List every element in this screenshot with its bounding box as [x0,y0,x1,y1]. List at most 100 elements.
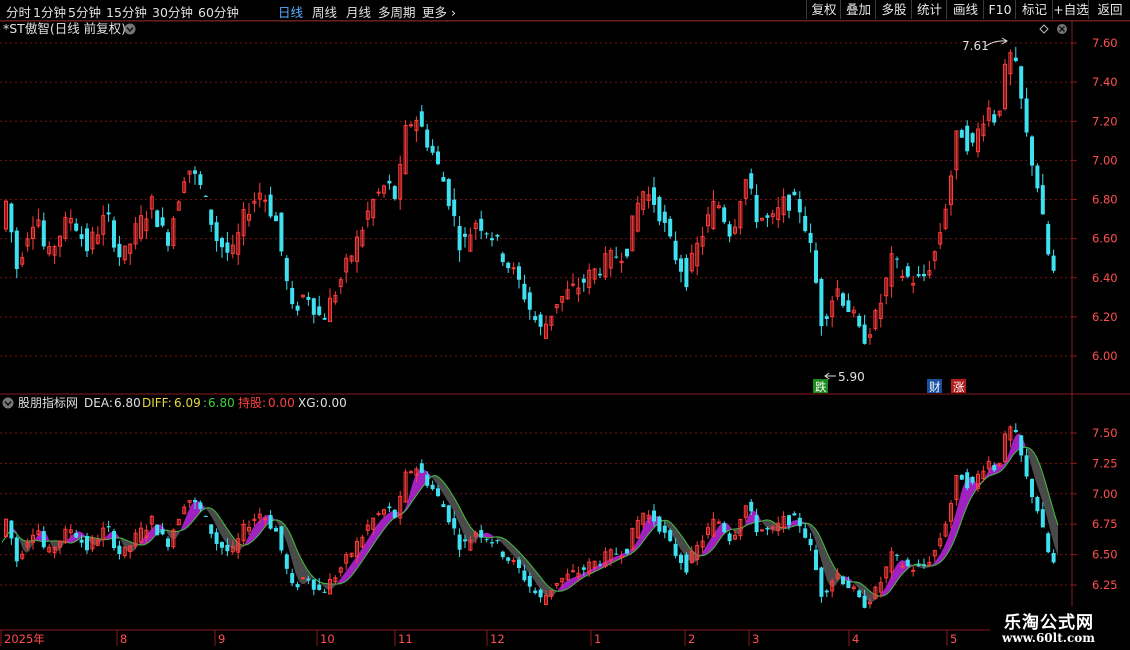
candle-body [274,528,278,532]
candle-body [446,179,451,207]
main-grid [0,42,1072,357]
time-label: 4 [852,632,859,646]
candle-body [436,151,440,165]
candle-body [392,509,397,518]
bull-band-segment [71,533,74,544]
candle-body [425,129,430,148]
candle-body [959,474,964,480]
time-label: 5 [950,632,957,646]
candle-body [1051,255,1056,271]
candle-body [452,518,457,529]
candle-body [279,212,284,252]
candle-body [1035,165,1040,189]
xg-value: 0.00 [320,396,347,410]
time-label: 2 [688,632,695,646]
candle-body [198,174,203,185]
candle-body [803,215,808,232]
candle-body [387,180,392,184]
bear-band-segment [206,507,209,513]
candle-body [808,232,813,244]
candle-body [722,523,727,533]
candle-body [846,580,851,589]
candle-body [317,306,322,316]
candle-body [506,262,511,269]
candle-body [792,191,797,196]
chart-area[interactable]: 7.60 7.40 7.20 7.00 6.80 6.60 6.40 6.20 6.00 7.5… [0,0,1130,650]
candle-body [419,463,424,473]
candle-body [484,539,489,541]
candle-body [14,537,19,562]
candle-body [992,465,997,471]
candle-body [209,209,214,225]
candle-body [311,298,316,315]
candle-body [14,230,19,270]
main-tick-label: 6.80 [1092,193,1118,207]
candle-body [409,124,413,127]
candle-body [905,266,910,277]
candle-body [225,544,230,552]
candle-body [490,542,494,544]
candle-body [9,520,14,539]
candle-body [511,267,516,270]
candle-body [841,293,845,306]
candle-body [517,559,521,569]
candle-body [9,203,14,233]
diff-value: 6.09 [174,396,201,410]
bear-band-segment [434,475,437,485]
candle-body [284,554,289,569]
title-dropdown-icon[interactable] [124,23,136,35]
candle-body [263,199,268,202]
watermark-url: www.60lt.com [1002,631,1095,645]
main-tick-label: 7.00 [1092,153,1118,167]
candle-body [1051,553,1056,563]
candle-body [862,324,867,344]
candle-body [220,238,224,248]
candle-body [679,554,683,563]
candle-body [79,539,84,543]
candle-body [684,554,689,573]
indicator-dropdown-icon[interactable] [2,397,14,409]
candle-body [959,130,964,138]
candle-body [619,556,624,559]
candle-body [441,177,446,182]
candle-body [662,525,667,533]
time-label: 12 [490,632,505,646]
candle-body [916,274,921,277]
candle-body [965,472,970,489]
bear-band-segment [23,540,26,553]
candle-body [522,283,527,300]
bear-band-segment [1031,449,1034,476]
candle-body [625,248,629,257]
candle-body [193,170,197,174]
candle-body [862,595,867,608]
candle-body [436,488,440,497]
time-label: 10 [320,632,335,646]
candle-body [792,513,797,516]
close-pane-icon[interactable] [1057,24,1067,34]
candle-body [824,590,829,593]
candle-body [511,560,516,563]
candle-body [290,573,295,584]
candle-body [479,530,484,538]
candle-body [797,198,802,213]
candle-body [306,578,311,581]
candle-body [527,575,532,587]
candle-body [857,315,862,327]
bear-band-segment [209,507,212,518]
candle-body [290,287,295,305]
candle-body [1019,435,1024,456]
candle-body [409,471,413,474]
bull-band-segment [182,519,185,531]
badge-zhang[interactable]: 涨 [951,379,966,394]
badge-die[interactable]: 跌 [813,379,828,394]
diamond-icon[interactable] [1039,24,1049,34]
candle-body [479,218,484,231]
badge-cai[interactable]: 财 [927,379,942,394]
candle-body [500,253,505,263]
candle-body [74,223,79,231]
candle-body [814,549,818,570]
low-price-label: 5.90 [838,370,865,384]
main-tick-label: 7.20 [1092,114,1118,128]
candle-body [662,211,667,223]
main-price-axis: 7.60 7.40 7.20 7.00 6.80 6.60 6.40 6.20 6.00 [1072,36,1118,363]
